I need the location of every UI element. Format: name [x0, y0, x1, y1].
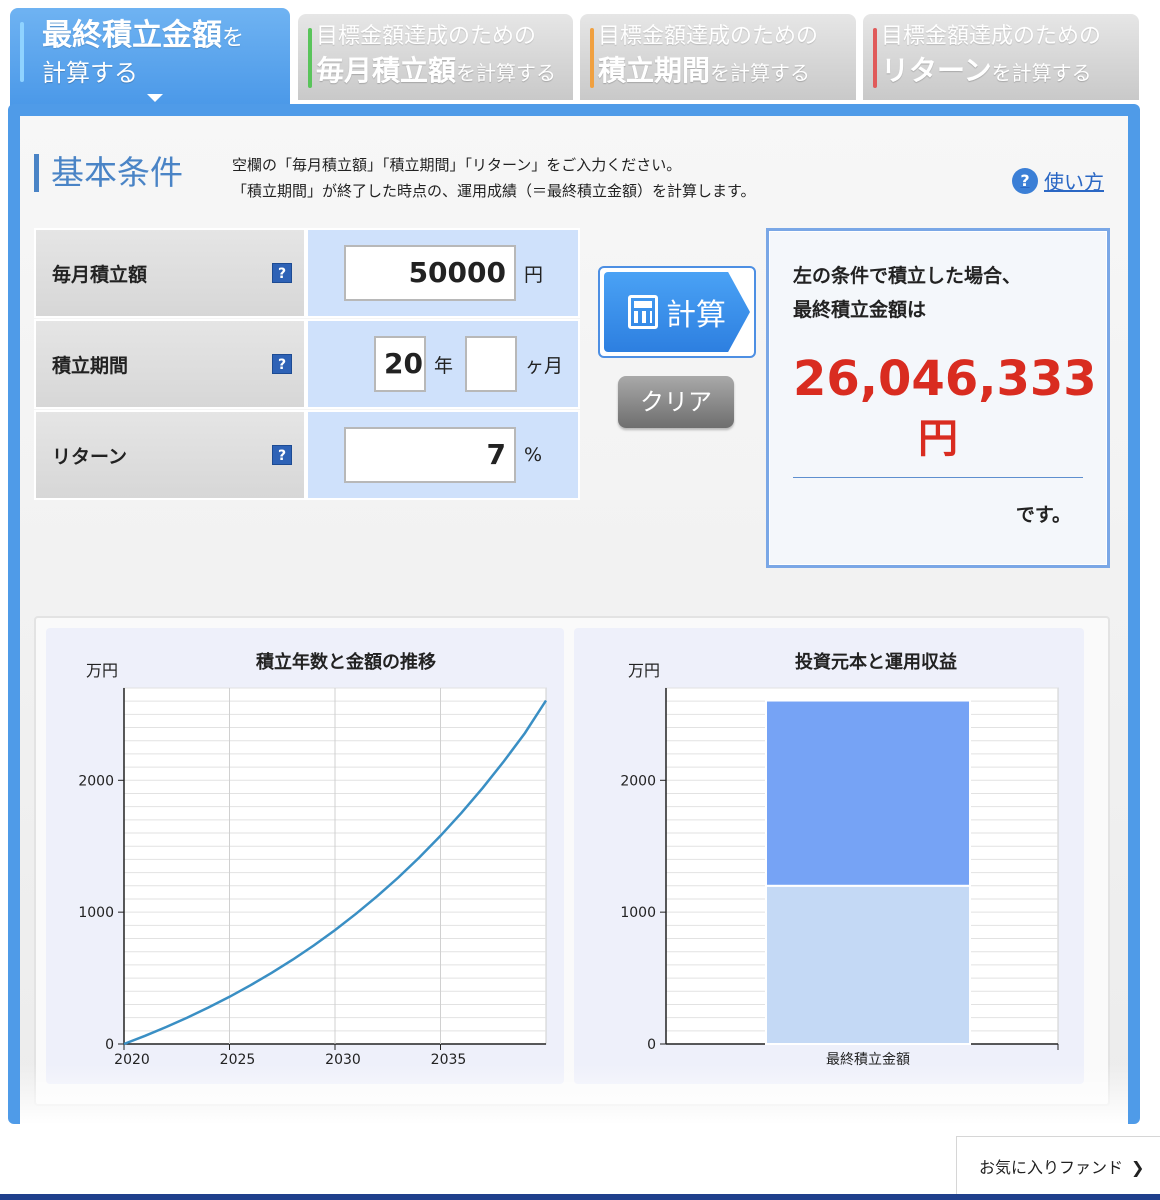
calculator-tabs: 最終積立金額を 計算する 目標金額達成のための 毎月積立額を計算する 目標金額達…	[10, 8, 1140, 108]
result-message-line-1: 左の条件で積立した場合、	[793, 265, 1022, 287]
growth-line-chart: 積立年数と金額の推移万円0100020002020 2025 2030 2035	[78, 651, 548, 1068]
tab-final-amount-title: 最終積立金額	[42, 18, 222, 53]
favorite-funds-label: お気に入りファンド	[979, 1158, 1124, 1177]
tab-accent-bar	[308, 28, 312, 88]
tab-accent-bar	[873, 28, 877, 88]
period-months-input[interactable]	[465, 336, 518, 392]
bar-return	[765, 699, 971, 887]
calculate-button-face: 計算	[604, 272, 750, 352]
period-label: 積立期間	[52, 354, 129, 377]
clear-button[interactable]: クリア	[618, 376, 734, 428]
result-suffix: です。	[1015, 504, 1071, 526]
howto-link[interactable]: ? 使い方	[1012, 166, 1104, 195]
monthly-label-cell: 毎月積立額 ?	[34, 228, 306, 318]
tab-return-title: リターン	[881, 54, 992, 87]
chart-area: 積立年数と金額の推移 万円 0 1000 2000 2020 2025 2030 2035 投資…	[34, 616, 1110, 1106]
return-label: リターン	[52, 445, 128, 468]
help-icon[interactable]: ?	[272, 354, 292, 374]
result-box: 左の条件で積立した場合、 最終積立金額は 26,046,333 円 です。	[766, 228, 1110, 568]
tab-accent-bar	[20, 22, 24, 82]
result-amount: 26,046,333	[793, 351, 1097, 407]
period-years-input[interactable]: 20	[374, 336, 426, 392]
y-tick-label: 0	[647, 1037, 656, 1053]
period-years-unit: 年	[434, 354, 454, 377]
chart-title: 積立年数と金額の推移	[255, 651, 436, 673]
tab-monthly-amount[interactable]: 目標金額達成のための 毎月積立額を計算する	[298, 14, 573, 100]
monthly-input-cell: 50000 円	[306, 228, 580, 318]
form-row-monthly: 毎月積立額 ? 50000 円	[34, 228, 582, 318]
return-input[interactable]: 7	[344, 427, 516, 483]
result-currency: 円	[918, 416, 958, 462]
y-tick-label: 0	[105, 1037, 114, 1053]
form-row-return: リターン ? 7 %	[34, 410, 582, 500]
calculate-button[interactable]: 計算	[598, 266, 756, 358]
tab-accent-bar	[590, 28, 594, 88]
line-chart-card: 積立年数と金額の推移 万円 0 1000 2000 2020 2025 2030 2035	[46, 628, 564, 1084]
result-divider	[793, 477, 1083, 478]
calculator-icon	[628, 295, 658, 329]
calculator-panel-body: 基本条件 空欄の「毎月積立額」「積立期間」「リターン」をご入力ください。 「積立…	[20, 116, 1128, 1124]
period-label-cell: 積立期間 ?	[34, 319, 306, 409]
section-description: 空欄の「毎月積立額」「積立期間」「リターン」をご入力ください。 「積立期間」が終…	[232, 152, 756, 204]
panel-fade	[20, 1064, 1128, 1124]
bar-chart-card: 投資元本と運用収益 万円 0 1000 2000 最終積立金額	[574, 628, 1084, 1084]
period-months-unit: ヶ月	[525, 354, 564, 377]
section-title: 基本条件	[34, 154, 183, 192]
tab-monthly-amount-title: 毎月積立額	[316, 54, 457, 87]
tab-period-sub: 目標金額達成のための	[598, 24, 819, 49]
favorite-funds-tab[interactable]: お気に入りファンド ❯	[956, 1136, 1160, 1196]
return-input-cell: 7 %	[306, 410, 580, 500]
tab-period-suffix: を計算する	[710, 61, 811, 85]
return-unit: %	[524, 444, 543, 466]
principal-return-bar-chart: 投資元本と運用収益万円010002000最終積立金額	[620, 651, 1059, 1068]
chart-y-unit: 万円	[86, 661, 118, 680]
y-tick-label: 2000	[620, 773, 656, 789]
monthly-unit: 円	[524, 263, 544, 286]
form-row-period: 積立期間 ? 20 年 ヶ月	[34, 319, 582, 409]
tab-return[interactable]: 目標金額達成のための リターンを計算する	[863, 14, 1139, 100]
howto-link-label: 使い方	[1044, 170, 1104, 194]
monthly-label: 毎月積立額	[52, 263, 148, 286]
tab-final-amount[interactable]: 最終積立金額を 計算する	[10, 8, 290, 108]
help-circle-icon: ?	[1012, 167, 1038, 194]
chevron-right-icon: ❯	[1131, 1158, 1145, 1177]
tab-period-title: 積立期間	[598, 54, 711, 87]
help-icon[interactable]: ?	[272, 263, 292, 283]
input-form: 毎月積立額 ? 50000 円 積立期間 ? 20 年 ヶ月 リターン ? 7 …	[34, 228, 582, 501]
period-input-cell: 20 年 ヶ月	[306, 319, 580, 409]
chart-title: 投資元本と運用収益	[795, 651, 957, 673]
y-tick-label: 1000	[78, 905, 114, 921]
help-icon[interactable]: ?	[272, 445, 292, 465]
tab-period[interactable]: 目標金額達成のための 積立期間を計算する	[580, 14, 856, 100]
tab-monthly-amount-sub: 目標金額達成のための	[316, 24, 537, 49]
tab-return-sub: 目標金額達成のための	[881, 24, 1102, 49]
tab-active-indicator-icon	[147, 94, 163, 102]
tab-final-amount-sub: 計算する	[42, 59, 138, 87]
tab-return-suffix: を計算する	[991, 61, 1092, 85]
chart-y-unit: 万円	[628, 661, 660, 680]
calculate-button-label: 計算	[666, 298, 726, 333]
description-line-1: 空欄の「毎月積立額」「積立期間」「リターン」をご入力ください。	[232, 156, 682, 174]
tab-final-amount-title-suffix: を	[222, 26, 245, 51]
calculator-panel: 基本条件 空欄の「毎月積立額」「積立期間」「リターン」をご入力ください。 「積立…	[8, 104, 1140, 1124]
bottom-bar	[0, 1194, 1160, 1200]
tab-monthly-amount-suffix: を計算する	[456, 61, 557, 85]
return-label-cell: リターン ?	[34, 410, 306, 500]
monthly-amount-input[interactable]: 50000	[344, 245, 516, 301]
y-tick-label: 1000	[620, 905, 656, 921]
bar-principal	[765, 884, 971, 1045]
y-tick-label: 2000	[78, 773, 114, 789]
description-line-2: 「積立期間」が終了した時点の、運用成績（＝最終積立金額）を計算します。	[232, 182, 756, 200]
result-message-line-2: 最終積立金額は	[793, 299, 927, 321]
